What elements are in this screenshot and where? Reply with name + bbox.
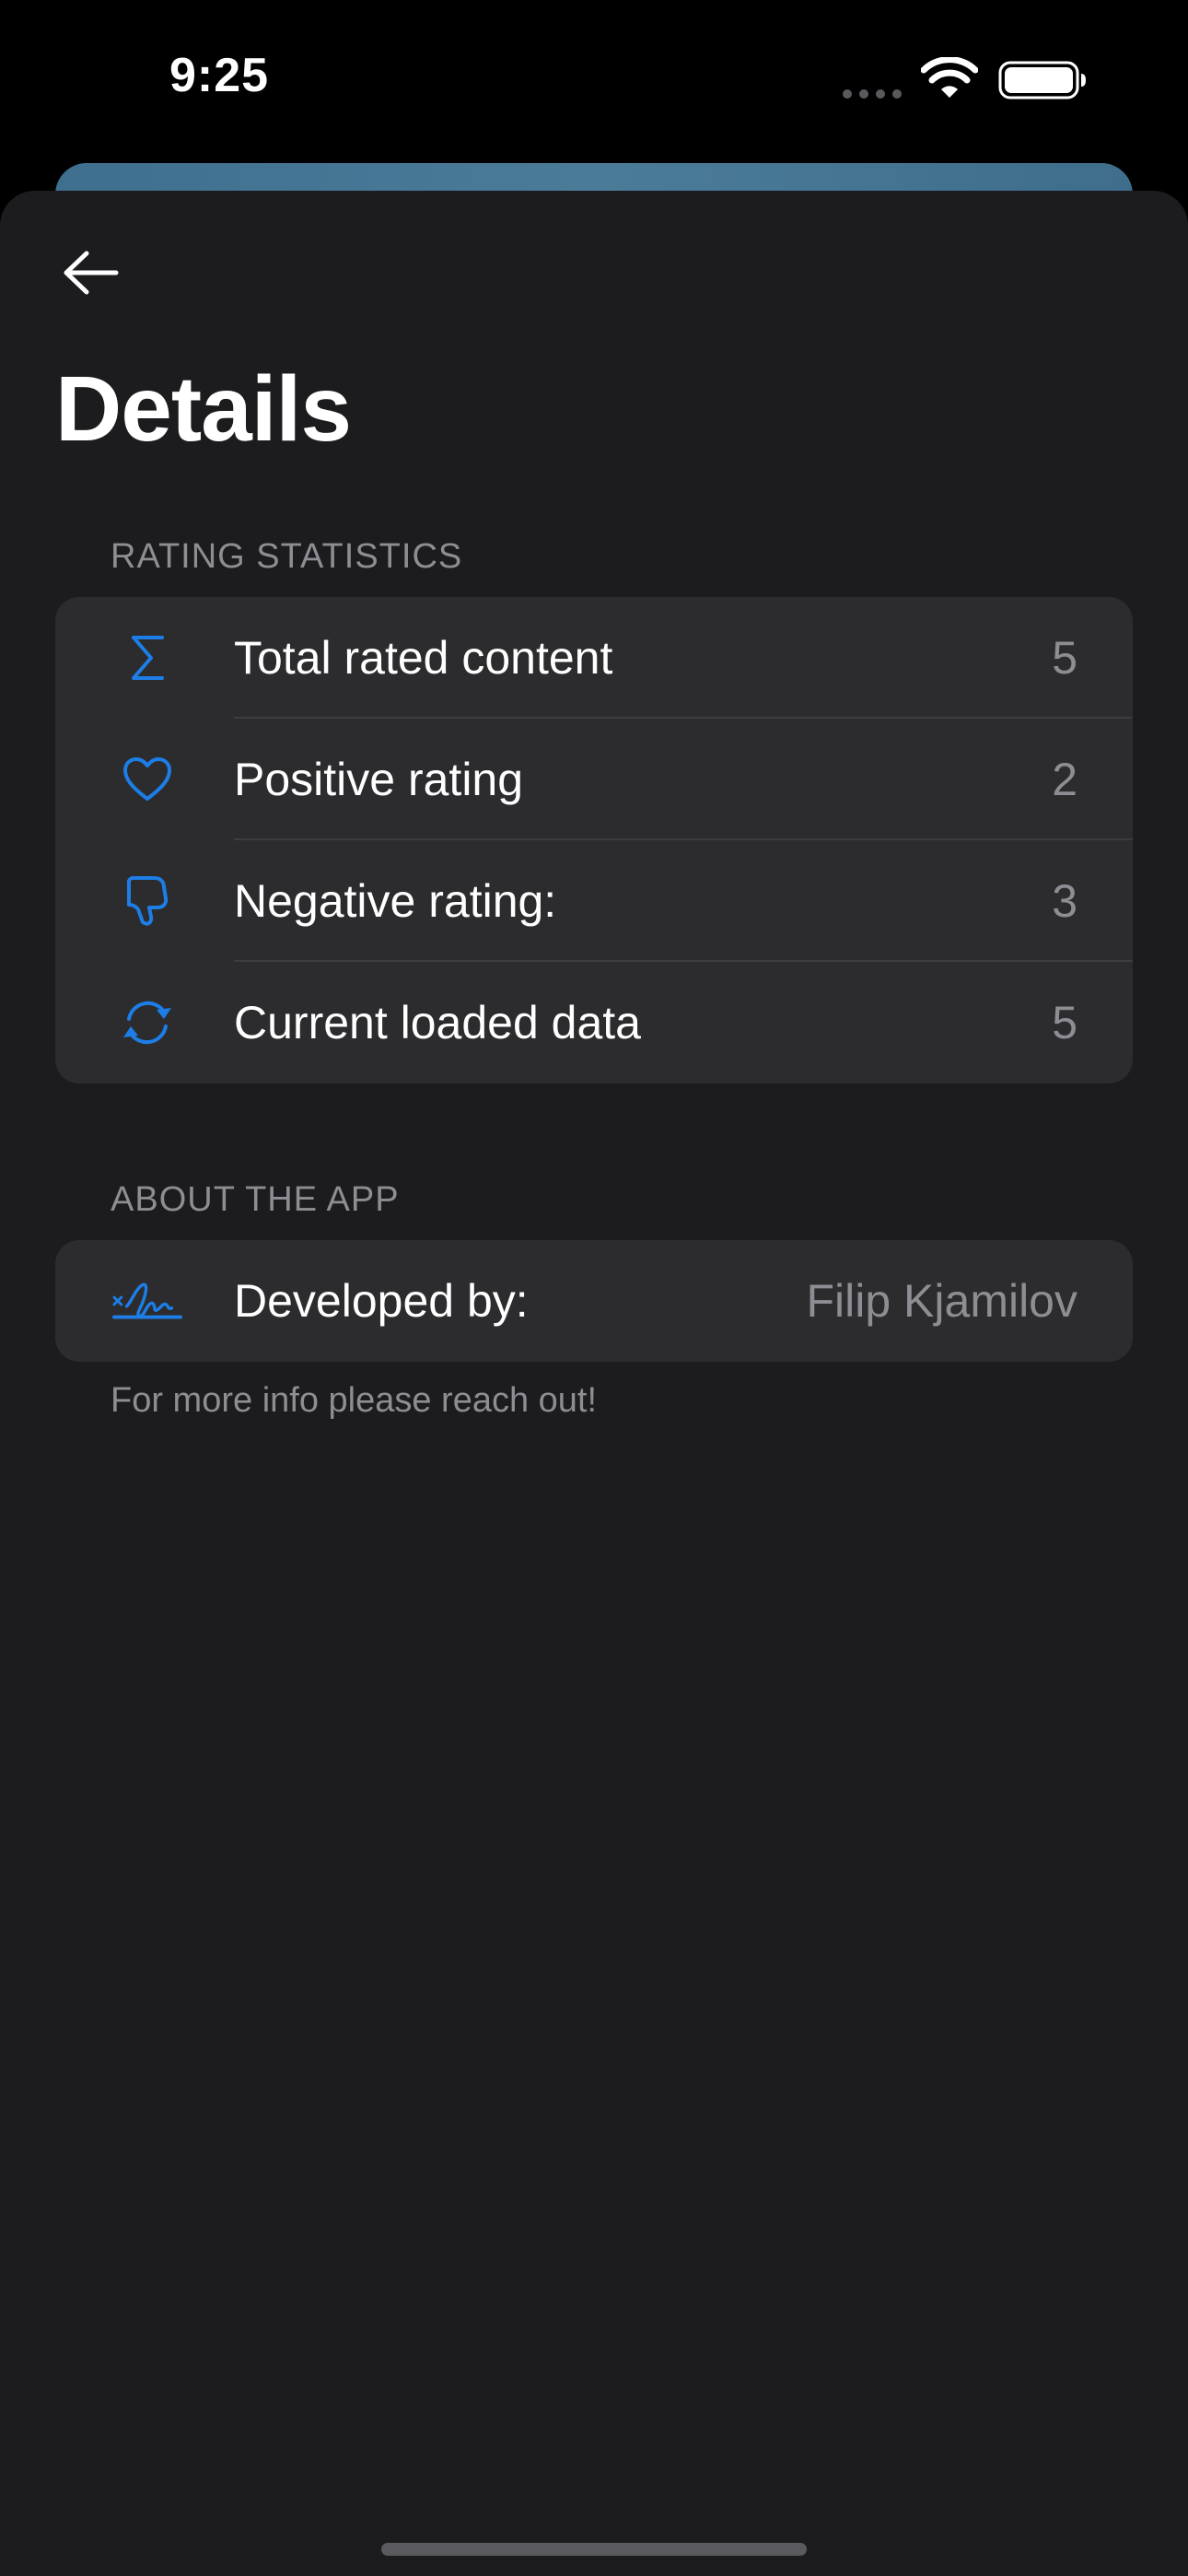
signature-icon (112, 1266, 182, 1336)
list-item-negative-rating: Negative rating: 3 (55, 840, 1133, 962)
details-sheet: Details RATING STATISTICS Total rated co… (0, 191, 1188, 2576)
refresh-icon (112, 988, 182, 1058)
rating-statistics-header: RATING STATISTICS (111, 537, 463, 576)
list-item-developer: Developed by: Filip Kjamilov (55, 1240, 1133, 1362)
battery-icon (998, 61, 1086, 100)
list-item-total-rated: Total rated content 5 (55, 597, 1133, 719)
status-time: 9:25 (169, 49, 270, 102)
row-value: 2 (1052, 754, 1077, 805)
row-value: 5 (1052, 997, 1077, 1048)
row-value: 5 (1052, 632, 1077, 684)
list-item-positive-rating: Positive rating 2 (55, 719, 1133, 840)
row-value: 3 (1052, 875, 1077, 927)
heart-icon (112, 744, 182, 814)
cellular-signal-icon (843, 89, 902, 99)
about-app-header: ABOUT THE APP (111, 1180, 400, 1219)
row-label: Negative rating: (234, 875, 557, 927)
back-button[interactable] (55, 242, 125, 303)
row-label: Total rated content (234, 632, 613, 684)
about-footer-note: For more info please reach out! (111, 1381, 598, 1420)
about-app-group: Developed by: Filip Kjamilov (55, 1240, 1133, 1362)
row-label: Positive rating (234, 754, 524, 805)
list-item-current-loaded: Current loaded data 5 (55, 962, 1133, 1083)
row-label: Developed by: (234, 1275, 529, 1327)
page-title: Details (55, 357, 352, 461)
app-screen: 9:25 Details RATING STATISTICS Total rat… (0, 0, 1188, 2576)
wifi-icon (921, 57, 978, 98)
rating-statistics-group: Total rated content 5 Positive rating 2 (55, 597, 1133, 1083)
arrow-left-icon (64, 251, 119, 295)
thumbs-down-icon (112, 866, 182, 936)
status-bar: 9:25 (0, 0, 1188, 157)
home-indicator[interactable] (381, 2543, 807, 2556)
sigma-icon (112, 623, 182, 693)
row-label: Current loaded data (234, 997, 641, 1048)
row-value: Filip Kjamilov (806, 1275, 1077, 1327)
